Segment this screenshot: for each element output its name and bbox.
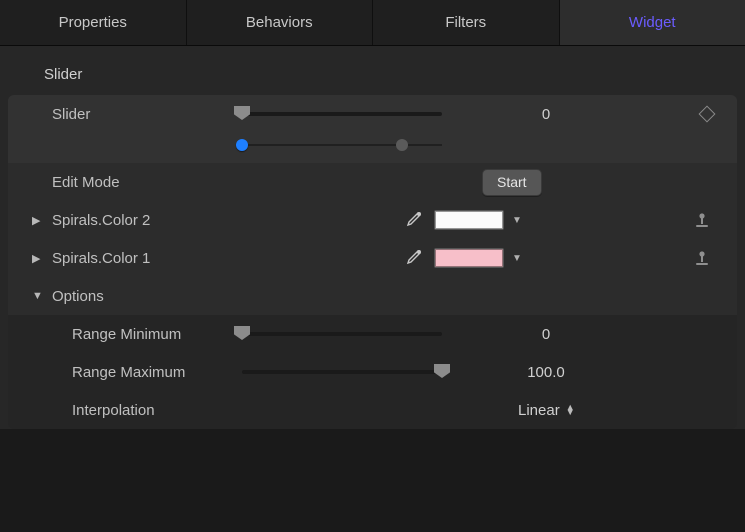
slider-track[interactable]: [242, 112, 442, 116]
edit-mode-start-button[interactable]: Start: [482, 169, 542, 196]
disclosure-icon[interactable]: ▶: [32, 214, 50, 227]
tab-behaviors[interactable]: Behaviors: [187, 0, 374, 45]
eyedropper-icon[interactable]: [392, 248, 434, 268]
section-title: Slider: [0, 52, 745, 95]
range-max-label: Range Maximum: [50, 364, 242, 381]
range-max-thumb[interactable]: [434, 364, 450, 378]
range-max-track[interactable]: [242, 370, 442, 374]
interpolation-row: Interpolation Linear ▲▼: [8, 391, 737, 429]
range-dots[interactable]: [242, 133, 442, 161]
chevron-down-icon[interactable]: ▼: [512, 215, 522, 226]
slider-label: Slider: [50, 106, 242, 123]
tab-bar: Properties Behaviors Filters Widget: [0, 0, 745, 46]
interpolation-select[interactable]: Linear ▲▼: [518, 402, 575, 419]
color1-row: ▶ Spirals.Color 1 ▼: [8, 239, 737, 277]
interpolation-value: Linear: [518, 402, 560, 419]
color1-swatch[interactable]: [434, 248, 504, 268]
keyframe-diamond-icon[interactable]: [699, 106, 716, 123]
color1-label: Spirals.Color 1: [50, 250, 242, 267]
color2-row: ▶ Spirals.Color 2 ▼: [8, 201, 737, 239]
interpolation-label: Interpolation: [50, 402, 242, 419]
range-min-value[interactable]: 0: [502, 326, 590, 343]
tab-filters[interactable]: Filters: [373, 0, 560, 45]
stepper-icon: ▲▼: [566, 405, 575, 415]
slider-value[interactable]: 0: [502, 106, 590, 123]
chevron-down-icon[interactable]: ▼: [512, 253, 522, 264]
range-min-track[interactable]: [242, 332, 442, 336]
range-max-value[interactable]: 100.0: [502, 364, 590, 381]
tab-widget[interactable]: Widget: [560, 0, 745, 45]
slider-row: Slider 0: [8, 95, 737, 133]
range-handle-end[interactable]: [396, 139, 408, 151]
disclosure-down-icon[interactable]: ▼: [32, 290, 50, 302]
color2-swatch[interactable]: [434, 210, 504, 230]
range-min-row: Range Minimum 0: [8, 315, 737, 353]
eyedropper-icon[interactable]: [392, 210, 434, 230]
edit-mode-row: Edit Mode Start: [8, 163, 737, 201]
tab-properties[interactable]: Properties: [0, 0, 187, 45]
range-handle-start[interactable]: [236, 139, 248, 151]
options-header[interactable]: ▼ Options: [8, 277, 737, 315]
edit-mode-label: Edit Mode: [50, 174, 242, 191]
widget-panel: Slider Slider 0: [0, 46, 745, 429]
joystick-icon[interactable]: [692, 210, 712, 230]
slider-range-subrow: [8, 133, 737, 163]
range-min-label: Range Minimum: [50, 326, 242, 343]
color2-label: Spirals.Color 2: [50, 212, 242, 229]
disclosure-icon[interactable]: ▶: [32, 252, 50, 265]
options-label: Options: [50, 288, 242, 305]
joystick-icon[interactable]: [692, 248, 712, 268]
range-max-row: Range Maximum 100.0: [8, 353, 737, 391]
range-track: [242, 144, 442, 146]
